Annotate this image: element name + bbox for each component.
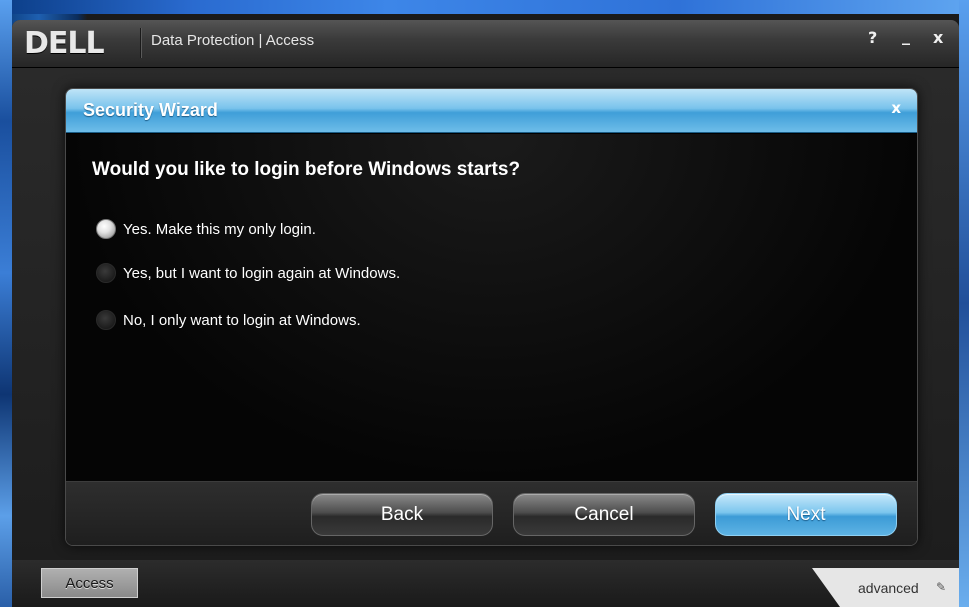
dialog-footer: Back Cancel Next [66, 481, 917, 545]
radio-button-selected[interactable] [96, 219, 116, 239]
option-label: Yes. Make this my only login. [123, 220, 316, 238]
option-label: No, I only want to login at Windows. [123, 311, 361, 329]
access-tab[interactable]: Access [41, 568, 138, 598]
minimize-button[interactable]: _ [902, 26, 910, 45]
option-label: Yes, but I want to login again at Window… [123, 264, 401, 282]
settings-icon: ✎ [936, 580, 947, 594]
login-question: Would you like to login before Windows s… [92, 159, 521, 180]
dialog-header: Security Wizard x [66, 89, 917, 133]
desktop-background [0, 0, 969, 14]
advanced-label: advanced [858, 580, 919, 596]
bottom-bar: Access advanced ✎ [12, 560, 959, 607]
dialog-title: Security Wizard [83, 100, 218, 120]
app-title: Data Protection | Access [151, 32, 315, 49]
app-titlebar[interactable]: DELL Data Protection | Access ? _ x [12, 20, 959, 68]
security-wizard-dialog: Security Wizard x Would you like to logi… [65, 88, 918, 546]
desktop-background-right [959, 0, 969, 607]
close-app-button[interactable]: x [933, 28, 943, 47]
option-only-login[interactable]: Yes. Make this my only login. [96, 217, 316, 241]
dell-logo: DELL [24, 26, 105, 61]
desktop-background-left [0, 0, 12, 607]
dialog-content: Would you like to login before Windows s… [66, 134, 917, 481]
help-button[interactable]: ? [868, 28, 877, 47]
radio-button[interactable] [96, 310, 116, 330]
cancel-button[interactable]: Cancel [513, 493, 695, 536]
app-window: DELL Data Protection | Access ? _ x Secu… [12, 20, 959, 607]
option-windows-only[interactable]: No, I only want to login at Windows. [96, 308, 361, 332]
advanced-tab[interactable]: advanced ✎ [812, 568, 959, 607]
title-separator [140, 28, 141, 58]
option-login-again[interactable]: Yes, but I want to login again at Window… [96, 261, 400, 285]
dialog-close-button[interactable]: x [891, 99, 901, 117]
back-button[interactable]: Back [311, 493, 493, 536]
radio-button[interactable] [96, 263, 116, 283]
next-button[interactable]: Next [715, 493, 897, 536]
